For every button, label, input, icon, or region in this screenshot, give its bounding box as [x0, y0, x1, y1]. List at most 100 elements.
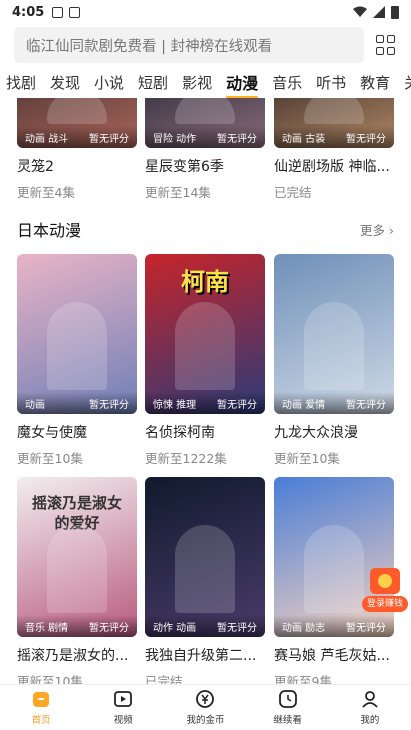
status-bar: 4:05	[0, 0, 411, 24]
card-title: 摇滚乃是淑女的...	[17, 648, 129, 664]
poster-image: 动画 古装 暂无评分	[274, 98, 394, 148]
rating-label: 暂无评分	[89, 622, 129, 634]
middle-row-card[interactable]: 动画 暂无评分 魔女与使魔 更新至10集	[17, 254, 137, 467]
category-tabs: 找剧发现小说短剧影视动漫音乐听书教育关	[0, 66, 411, 98]
rating-label: 暂无评分	[346, 133, 386, 145]
coin-icon	[195, 689, 215, 709]
card-episode-status: 更新至14集	[145, 185, 211, 200]
poster-figure	[304, 525, 364, 613]
search-input[interactable]: 临江仙同款剧免费看 | 封神榜在线观看	[14, 27, 364, 63]
poster-image: 摇滚乃是淑女的爱好 音乐 剧情 暂无评分	[17, 477, 137, 637]
poster-figure	[47, 98, 107, 124]
nav-label: 我的	[360, 715, 380, 726]
more-link[interactable]: 更多 ›	[360, 220, 394, 239]
category-grid-icon[interactable]	[376, 35, 396, 55]
card-title: 名侦探柯南	[145, 425, 215, 441]
bottom-nav: 首页 视频 我的金币 继续看 我的	[0, 684, 411, 730]
tab-9[interactable]: 关	[404, 72, 411, 93]
nav-label: 继续看	[273, 715, 302, 726]
profile-icon	[360, 689, 380, 709]
nav-label: 我的金币	[186, 715, 225, 726]
card-title: 魔女与使魔	[17, 425, 87, 441]
poster-image: 柯南惊悚 推理 暂无评分	[145, 254, 265, 414]
genre-tags: 动画	[25, 399, 45, 411]
poster-tag-bar: 惊悚 推理 暂无评分	[145, 392, 265, 414]
card-title: 灵笼2	[17, 159, 54, 175]
poster-image: 动画 暂无评分	[17, 254, 137, 414]
content-area: 动画 战斗 暂无评分 灵笼2 更新至4集 冒险 动作 暂无评分 星辰变第6季 更新至14集 动画…	[0, 98, 411, 684]
genre-tags: 冒险 动作	[153, 133, 197, 145]
genre-tags: 动画 战斗	[25, 133, 69, 145]
bottom-row-card[interactable]: 动作 动画 暂无评分 我独自升级第二... 已完结	[145, 477, 265, 684]
genre-tags: 动作 动画	[153, 622, 197, 634]
tab-1[interactable]: 发现	[50, 72, 80, 93]
home-icon	[31, 689, 51, 709]
search-placeholder: 临江仙同款剧免费看 | 封神榜在线观看	[26, 38, 273, 55]
middle-row-card[interactable]: 动画 爱情 暂无评分九龙大众浪漫 更新至10集	[274, 254, 394, 467]
card-title: 星辰变第6季	[145, 159, 224, 175]
poster-tag-bar: 动画 暂无评分	[17, 392, 137, 414]
login-reward-label: 登录赚钱	[362, 596, 408, 612]
tab-8[interactable]: 教育	[360, 72, 390, 93]
top-row-card[interactable]: 动画 古装 暂无评分 仙逆剧场版 神临... 已完结	[274, 98, 394, 201]
nav-label: 视频	[113, 715, 133, 726]
poster-image: 动画 爱情 暂无评分	[274, 254, 394, 414]
red-envelope-icon	[370, 568, 400, 594]
poster-figure	[175, 98, 235, 124]
card-title: 九龙大众浪漫	[274, 425, 358, 441]
rating-label: 暂无评分	[346, 399, 386, 411]
poster-image: 动画 战斗 暂无评分	[17, 98, 137, 148]
card-episode-status: 更新至10集	[274, 451, 340, 466]
tab-0[interactable]: 找剧	[6, 72, 36, 93]
tab-2[interactable]: 小说	[94, 72, 124, 93]
tab-7[interactable]: 听书	[316, 72, 346, 93]
tab-4[interactable]: 影视	[182, 72, 212, 93]
tab-3[interactable]: 短剧	[138, 72, 168, 93]
section-header: 日本动漫 更多 ›	[0, 214, 411, 244]
nav-item-0[interactable]: 首页	[5, 689, 77, 726]
poster-logo: 柯南	[181, 267, 229, 296]
tab-6[interactable]: 音乐	[272, 72, 302, 93]
nav-item-3[interactable]: 继续看	[252, 689, 324, 726]
poster-tag-bar: 动画 战斗 暂无评分	[17, 126, 137, 148]
poster-tag-bar: 动画 古装 暂无评分	[274, 126, 394, 148]
poster-tag-bar: 动画 爱情 暂无评分	[274, 392, 394, 414]
rating-label: 暂无评分	[217, 133, 257, 145]
rating-label: 暂无评分	[217, 399, 257, 411]
tab-5[interactable]: 动漫	[226, 70, 259, 98]
card-episode-status: 更新至4集	[17, 185, 75, 200]
video-icon	[113, 689, 133, 709]
poster-tag-bar: 音乐 剧情 暂无评分	[17, 615, 137, 637]
bottom-row-card[interactable]: 摇滚乃是淑女的爱好 音乐 剧情 暂无评分 摇滚乃是淑女的... 更新至10集	[17, 477, 137, 684]
poster-image: 冒险 动作 暂无评分	[145, 98, 265, 148]
login-reward-badge[interactable]: 登录赚钱	[362, 568, 410, 618]
middle-row-card[interactable]: 柯南 惊悚 推理 暂无评分 名侦探柯南 更新至1222集	[145, 254, 265, 467]
card-episode-status: 更新至9集	[274, 674, 332, 684]
notification-icon	[52, 6, 64, 18]
poster-tag-bar: 冒险 动作 暂无评分	[145, 126, 265, 148]
poster-tag-bar: 动作 动画 暂无评分	[145, 615, 265, 637]
poster-figure	[304, 98, 364, 124]
nav-item-2[interactable]: 我的金币	[169, 689, 241, 726]
nav-item-4[interactable]: 我的	[334, 689, 406, 726]
poster-tag-bar: 动画 励志 暂无评分	[274, 615, 394, 637]
search-row: 临江仙同款剧免费看 | 封神榜在线观看	[0, 26, 411, 64]
rating-label: 暂无评分	[89, 133, 129, 145]
top-row-card[interactable]: 动画 战斗 暂无评分灵笼2 更新至4集	[17, 98, 137, 201]
genre-tags: 动画 励志	[282, 622, 326, 634]
card-title: 仙逆剧场版 神临...	[274, 159, 390, 175]
card-episode-status: 已完结	[145, 674, 183, 684]
nav-item-1[interactable]: 视频	[87, 689, 159, 726]
wifi-icon	[353, 6, 367, 17]
poster-figure	[304, 302, 364, 390]
more-label: 更多	[360, 222, 386, 238]
top-row-card[interactable]: 冒险 动作 暂无评分星辰变第6季 更新至14集	[145, 98, 265, 201]
signal-icon	[373, 6, 385, 18]
message-icon	[69, 6, 81, 18]
battery-icon	[391, 5, 399, 19]
card-title: 赛马娘 芦毛灰姑...	[274, 648, 390, 664]
poster-image: 动作 动画 暂无评分	[145, 477, 265, 637]
genre-tags: 惊悚 推理	[153, 399, 197, 411]
genre-tags: 动画 古装	[282, 133, 326, 145]
clock-icon	[278, 689, 298, 709]
